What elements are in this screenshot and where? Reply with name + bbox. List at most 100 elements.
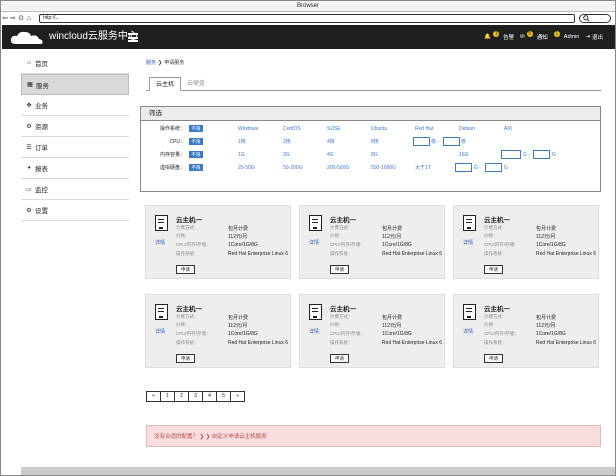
horizontal-scrollbar[interactable]: [21, 467, 615, 475]
filter-option[interactable]: 8G: [371, 150, 378, 160]
apply-button[interactable]: 申请: [484, 354, 503, 363]
filter-option[interactable]: Red Hat: [415, 124, 433, 134]
bell-icon[interactable]: 🔔: [484, 34, 491, 40]
filter-option[interactable]: Ubuntu: [371, 124, 387, 134]
filter-option[interactable]: 1核: [238, 137, 246, 147]
user-name[interactable]: Admin: [564, 34, 580, 40]
os-label: 操作系统：: [484, 340, 507, 345]
filter-option[interactable]: 1G: [238, 150, 245, 160]
page-button[interactable]: 4: [202, 391, 217, 402]
home-icon[interactable]: ⌂: [25, 14, 33, 23]
apply-button[interactable]: 申请: [330, 265, 349, 274]
apply-button[interactable]: 申请: [484, 265, 503, 274]
page-button[interactable]: 3: [188, 391, 203, 402]
price-label: 价格：: [330, 233, 344, 238]
sidebar-item-resources[interactable]: ⚙ 资源: [21, 116, 129, 137]
filter-option[interactable]: CentOS: [283, 124, 301, 134]
filter-all-button[interactable]: 不限: [189, 151, 203, 158]
filter-option[interactable]: 2G: [283, 150, 290, 160]
card-title: 云主机一: [176, 306, 202, 313]
chevron-right-icon: ❯: [158, 60, 163, 66]
url-input[interactable]: http://...: [39, 14, 575, 23]
breadcrumb-root[interactable]: 服务: [146, 60, 156, 66]
os-label: 操作系统：: [176, 251, 199, 256]
detail-link[interactable]: 详情: [463, 239, 473, 246]
reload-icon[interactable]: ⊙: [17, 14, 25, 23]
range-unit: G: [504, 165, 508, 171]
sidebar-item-services[interactable]: ▦ 服务: [21, 74, 129, 95]
filter-option[interactable]: 200-500G: [327, 163, 349, 173]
price-value: 112元/月: [382, 234, 402, 240]
detail-link[interactable]: 详情: [309, 239, 319, 246]
page-button[interactable]: 2: [174, 391, 189, 402]
page-button[interactable]: 5: [216, 391, 231, 402]
sidebar-item-reports[interactable]: ◕ 报表: [21, 158, 129, 179]
page-next-button[interactable]: »: [230, 391, 245, 402]
os-label: 操作系统：: [330, 251, 353, 256]
sidebar-item-label: 报表: [35, 166, 48, 173]
filter-option[interactable]: 大于1T: [415, 163, 431, 173]
filter-option[interactable]: 20-50G: [238, 163, 255, 173]
cpu-min-input[interactable]: [413, 137, 430, 146]
sidebar-item-business[interactable]: ✥ 业务: [21, 95, 129, 116]
tab-cloud-host[interactable]: 云主机: [149, 77, 182, 91]
page-prev-button[interactable]: «: [146, 391, 161, 402]
apply-button[interactable]: 申请: [176, 265, 195, 274]
page-button[interactable]: 1: [160, 391, 175, 402]
detail-link[interactable]: 详情: [155, 328, 165, 335]
detail-link[interactable]: 详情: [309, 328, 319, 335]
filter-option[interactable]: 2核: [283, 137, 291, 147]
filter-all-button[interactable]: 不限: [189, 125, 203, 132]
filter-option[interactable]: AIX: [504, 124, 512, 134]
filter-all-button[interactable]: 不限: [189, 164, 203, 171]
apply-button[interactable]: 申请: [330, 354, 349, 363]
card-title: 云主机一: [330, 217, 356, 224]
forward-icon[interactable]: ⇨: [9, 14, 17, 23]
filter-option[interactable]: 500-1000G: [371, 163, 396, 173]
os-label: 操作系统：: [330, 340, 353, 345]
detail-link[interactable]: 详情: [463, 328, 473, 335]
custom-request-alert[interactable]: 没有合适的配置？ ❯ ❯ 自定义申请云主机服务: [146, 425, 601, 447]
mail-label[interactable]: 通知: [537, 33, 548, 41]
memory-max-input[interactable]: [533, 150, 550, 159]
filter-option[interactable]: 4G: [327, 150, 334, 160]
arrows-icon: ✥: [26, 102, 32, 109]
sidebar-item-settings[interactable]: ⚙ 设置: [21, 200, 129, 221]
bell-label[interactable]: 告警: [503, 33, 514, 41]
back-icon[interactable]: ⇦: [1, 14, 9, 23]
filter-all-button[interactable]: 不限: [189, 138, 203, 145]
sidebar-item-monitoring[interactable]: ▭ 监控: [21, 179, 129, 200]
tab-bar: 云主机 云硬盘: [146, 77, 601, 91]
mail-icon[interactable]: ✉: [520, 34, 525, 40]
filter-option[interactable]: 50-200G: [283, 163, 302, 173]
billing-label: 计费方式：: [176, 225, 199, 230]
filter-row-cpu: CPU： 不限 1核 2核 4核 8核 核 - 核: [141, 137, 601, 147]
logout-icon[interactable]: ⇥: [585, 34, 590, 40]
card-title: 云主机一: [484, 217, 510, 224]
search-icon[interactable]: [583, 15, 590, 22]
disk-max-input[interactable]: [485, 163, 502, 172]
search-input[interactable]: [579, 14, 611, 23]
sidebar-item-home[interactable]: ⌂ 首页: [21, 53, 129, 74]
apply-button[interactable]: 申请: [176, 354, 195, 363]
cpu-max-input[interactable]: [443, 137, 460, 146]
filter-option[interactable]: Debian: [459, 124, 475, 134]
card-title: 云主机一: [176, 217, 202, 224]
logout-label[interactable]: 退出: [592, 33, 603, 41]
filter-option[interactable]: SUSE: [327, 124, 341, 134]
sidebar-item-label: 设置: [35, 208, 48, 215]
detail-link[interactable]: 详情: [155, 239, 165, 246]
window-title: Browser: [1, 1, 615, 12]
filter-option[interactable]: 16G: [459, 150, 468, 160]
filter-option[interactable]: 4核: [327, 137, 335, 147]
gear-icon: ⚙: [26, 123, 32, 130]
memory-min-input[interactable]: [501, 150, 521, 159]
sidebar-item-orders[interactable]: ☰ 订单: [21, 137, 129, 158]
filter-option[interactable]: 8核: [371, 137, 379, 147]
filter-option[interactable]: Windows: [238, 124, 258, 134]
disk-min-input[interactable]: [455, 163, 472, 172]
tab-cloud-disk[interactable]: 云硬盘: [181, 77, 211, 91]
menu-toggle-icon[interactable]: [128, 33, 138, 42]
server-icon: [155, 215, 168, 231]
card-title: 云主机一: [484, 306, 510, 313]
